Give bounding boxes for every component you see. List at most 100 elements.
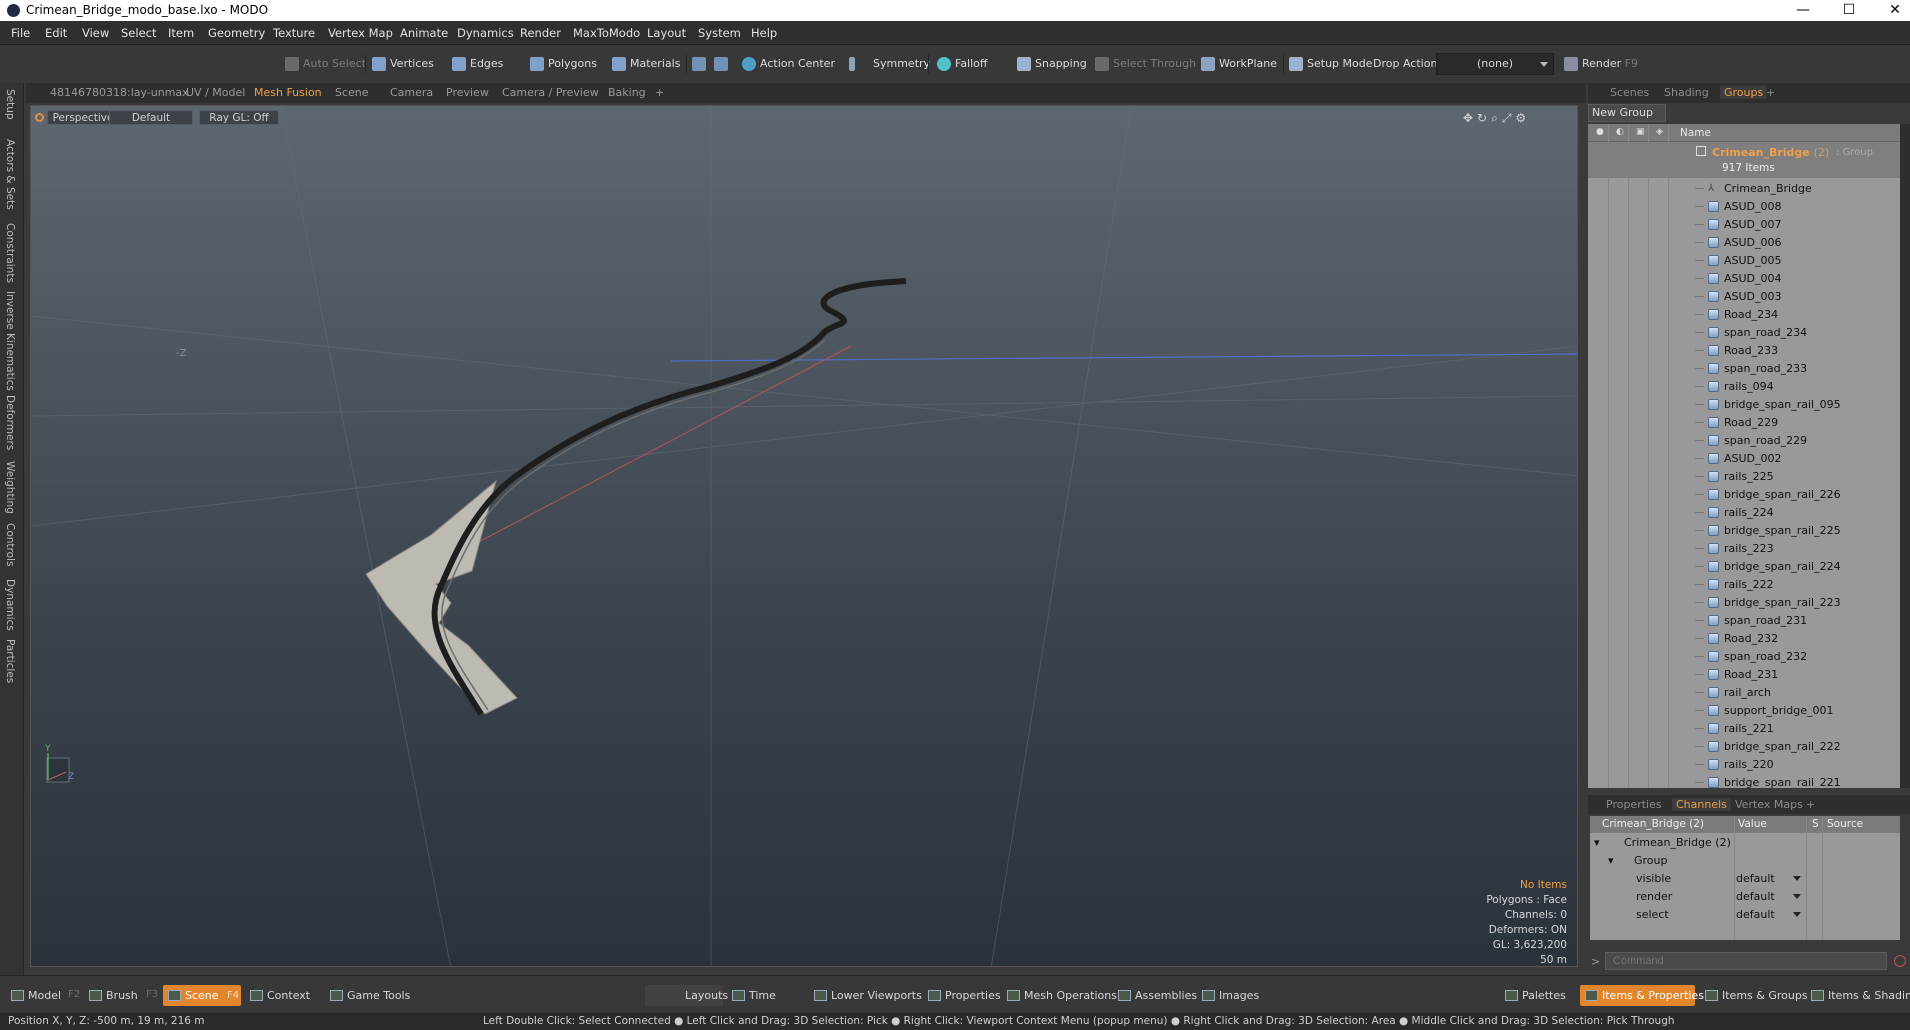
list-item[interactable]: ASUD_007 <box>1588 216 1900 234</box>
layout-context-button[interactable]: Context <box>245 985 310 1006</box>
tab-actors-sets[interactable]: Actors & Sets <box>4 139 16 210</box>
list-item[interactable]: rails_224 <box>1588 504 1900 522</box>
list-item[interactable]: Road_234 <box>1588 306 1900 324</box>
tab-inverse-kinematics[interactable]: Inverse Kinematics <box>4 291 16 391</box>
command-record-icon[interactable] <box>1894 955 1906 967</box>
list-item[interactable]: ASUD_003 <box>1588 288 1900 306</box>
items-properties-button[interactable]: Items & Properties <box>1580 985 1704 1006</box>
vertices-button[interactable]: Vertices <box>370 53 434 75</box>
workplane-button[interactable]: WorkPlane <box>1199 53 1277 75</box>
list-item[interactable]: support_bridge_001 <box>1588 702 1900 720</box>
tab-channels[interactable]: Channels <box>1672 798 1731 811</box>
channel-row-select[interactable]: select default <box>1590 906 1900 924</box>
tab-weighting[interactable]: Weighting <box>4 461 16 514</box>
items-groups-button[interactable]: Items & Groups <box>1700 985 1808 1006</box>
palettes-button[interactable]: Palettes <box>1500 985 1566 1006</box>
list-item[interactable]: ASUD_004 <box>1588 270 1900 288</box>
menu-help[interactable]: Help <box>751 26 777 40</box>
menu-select[interactable]: Select <box>121 26 156 40</box>
list-item[interactable]: rails_223 <box>1588 540 1900 558</box>
list-item[interactable]: ASUD_002 <box>1588 450 1900 468</box>
tab-constraints[interactable]: Constraints <box>4 223 16 283</box>
menu-geometry[interactable]: Geometry <box>208 26 265 40</box>
assemblies-button[interactable]: Assemblies <box>1113 985 1197 1006</box>
menu-animate[interactable]: Animate <box>400 26 448 40</box>
tab-mesh-fusion[interactable]: Mesh Fusion <box>254 86 322 99</box>
list-item[interactable]: span_road_231 <box>1588 612 1900 630</box>
viewport-nav-icons[interactable]: ✥↻⌕⤢⚙ <box>1463 111 1555 125</box>
list-item[interactable]: rails_225 <box>1588 468 1900 486</box>
setup-mode-button[interactable]: Setup Mode <box>1287 53 1372 75</box>
menu-layout[interactable]: Layout <box>647 26 686 40</box>
list-item[interactable]: bridge_span_rail_223 <box>1588 594 1900 612</box>
list-item[interactable]: ASUD_005 <box>1588 252 1900 270</box>
tab-baking[interactable]: Baking <box>608 86 646 99</box>
symmetry-button[interactable]: Symmetry <box>847 53 930 75</box>
layouts-button[interactable]: Layouts <box>645 985 728 1006</box>
add-tab-button[interactable]: + <box>655 86 664 99</box>
channel-row-visible[interactable]: visible default <box>1590 870 1900 888</box>
list-item[interactable]: bridge_span_rail_225 <box>1588 522 1900 540</box>
tab-scene[interactable]: Scene <box>335 86 369 99</box>
raygl-button[interactable]: Ray GL: Off <box>199 110 279 125</box>
visible-value[interactable]: default <box>1736 872 1775 885</box>
list-item[interactable]: rail_arch <box>1588 684 1900 702</box>
channel-row-item[interactable]: ▾ Crimean_Bridge (2) <box>1590 834 1900 852</box>
list-item[interactable]: rails_220 <box>1588 756 1900 774</box>
select-value[interactable]: default <box>1736 908 1775 921</box>
list-item[interactable]: bridge_span_rail_221 <box>1588 774 1900 788</box>
add-panel-tab-button[interactable]: + <box>1766 86 1775 99</box>
list-item[interactable]: bridge_span_rail_226 <box>1588 486 1900 504</box>
tab-groups[interactable]: Groups <box>1720 86 1768 99</box>
list-item[interactable]: rails_222 <box>1588 576 1900 594</box>
tab-controls[interactable]: Controls <box>4 523 16 566</box>
channel-row-group[interactable]: ▾ Group <box>1590 852 1900 870</box>
list-item[interactable]: span_road_229 <box>1588 432 1900 450</box>
properties-button[interactable]: Properties <box>923 985 1001 1006</box>
tab-scenes[interactable]: Scenes <box>1610 86 1649 99</box>
list-item[interactable]: span_road_234 <box>1588 324 1900 342</box>
new-group-button[interactable]: New Group <box>1588 104 1666 122</box>
list-item[interactable]: ⅄ Crimean_Bridge <box>1588 180 1900 198</box>
tab-camera-preview[interactable]: Camera / Preview <box>502 86 599 99</box>
close-button[interactable]: ✕ <box>1872 0 1910 21</box>
menu-maxtomodo[interactable]: MaxToModo <box>573 26 640 40</box>
groups-scrollbar[interactable] <box>1900 124 1910 788</box>
3d-viewport[interactable]: -Z Y Z Perspective Default Ray GL: Off ✥… <box>30 105 1578 967</box>
select-mode-icon-a[interactable] <box>690 53 706 75</box>
group-row[interactable]: Crimean_Bridge (2) : Group 917 Items <box>1588 142 1900 178</box>
tab-uv-model[interactable]: UV / Model <box>186 86 245 99</box>
channel-row-render[interactable]: render default <box>1590 888 1900 906</box>
tab-deformers[interactable]: Deformers <box>4 395 16 450</box>
tab-particles[interactable]: Particles <box>4 639 16 683</box>
select-mode-icon-b[interactable] <box>712 53 728 75</box>
list-item[interactable]: bridge_span_rail_224 <box>1588 558 1900 576</box>
drop-action-select[interactable]: (none) <box>1436 53 1554 75</box>
tab-camera[interactable]: Camera <box>390 86 433 99</box>
tab-vertex-maps[interactable]: Vertex Maps <box>1735 798 1803 811</box>
menu-vertex-map[interactable]: Vertex Map <box>328 26 393 40</box>
menu-item[interactable]: Item <box>168 26 194 40</box>
materials-button[interactable]: Materials <box>610 53 680 75</box>
command-input[interactable] <box>1605 952 1887 970</box>
lower-viewports-button[interactable]: Lower Viewports <box>809 985 922 1006</box>
select-through-button[interactable]: Select Through <box>1093 53 1196 75</box>
shading-mode-button[interactable]: Default <box>109 110 193 125</box>
tab-lay-unmax[interactable]: 48146780318:lay-unmax <box>50 86 189 99</box>
menu-render[interactable]: Render <box>520 26 561 40</box>
list-item[interactable]: ASUD_006 <box>1588 234 1900 252</box>
menu-view[interactable]: View <box>82 26 109 40</box>
layout-brush-button[interactable]: Brush <box>84 985 138 1006</box>
list-item[interactable]: span_road_233 <box>1588 360 1900 378</box>
viewport-options-icon[interactable] <box>35 113 44 122</box>
maximize-button[interactable]: ☐ <box>1826 0 1872 21</box>
layout-model-button[interactable]: Model <box>6 985 61 1006</box>
menu-edit[interactable]: Edit <box>45 26 67 40</box>
list-item[interactable]: bridge_span_rail_095 <box>1588 396 1900 414</box>
render-value[interactable]: default <box>1736 890 1775 903</box>
tab-preview[interactable]: Preview <box>446 86 489 99</box>
list-item[interactable]: rails_094 <box>1588 378 1900 396</box>
list-item[interactable]: ASUD_008 <box>1588 198 1900 216</box>
render-button[interactable]: Render F9 <box>1562 53 1638 75</box>
time-button[interactable]: Time <box>727 985 776 1006</box>
